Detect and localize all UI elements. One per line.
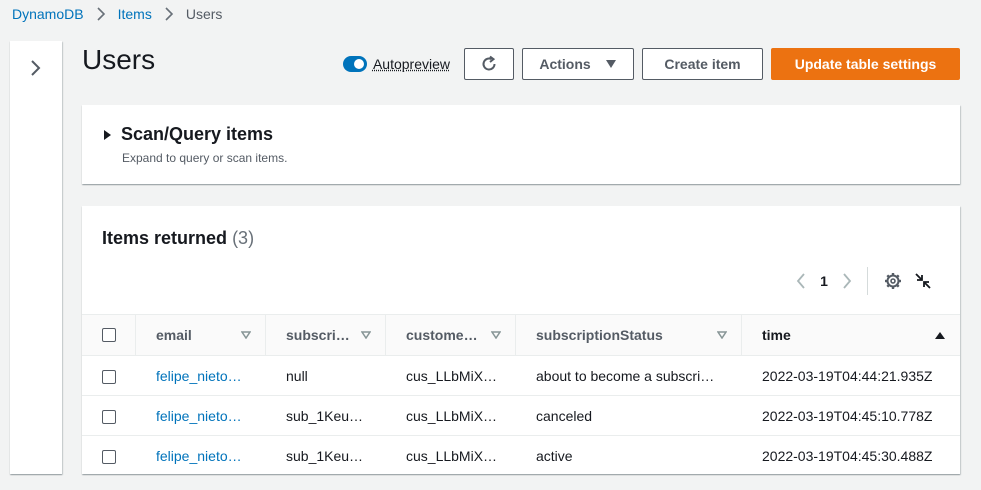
column-time[interactable]: time — [742, 315, 960, 356]
column-subscription[interactable]: subscri… — [266, 315, 386, 356]
sort-ascending-icon[interactable] — [934, 331, 946, 340]
column-customer[interactable]: custome… — [386, 315, 516, 356]
items-count: (3) — [232, 228, 255, 248]
chevron-right-icon — [96, 7, 106, 21]
autopreview-label: Autopreview — [372, 56, 450, 72]
items-table: email subscri… custome… subscriptionStat… — [82, 314, 960, 476]
column-label: subscri… — [286, 327, 350, 343]
create-item-button[interactable]: Create item — [642, 48, 763, 80]
email-link[interactable]: felipe_nieto… — [156, 408, 242, 424]
time-cell: 2022-03-19T04:45:30.488Z — [762, 447, 933, 464]
header-actions: Autopreview Actions Create item Update t… — [342, 48, 960, 80]
breadcrumb: DynamoDB Items Users — [12, 5, 222, 23]
prev-page-button[interactable] — [789, 269, 813, 293]
column-subscription-status[interactable]: subscriptionStatus — [516, 315, 742, 356]
column-label: subscriptionStatus — [536, 327, 663, 343]
chevron-right-icon — [843, 273, 852, 289]
gear-icon — [885, 273, 901, 289]
chevron-left-icon — [796, 273, 805, 289]
side-panel — [10, 41, 62, 474]
scan-query-title: Scan/Query items — [121, 124, 274, 144]
scan-query-panel: Scan/Query items Expand to query or scan… — [82, 105, 960, 184]
fullscreen-button[interactable] — [910, 268, 936, 294]
select-all-checkbox[interactable] — [102, 328, 116, 342]
items-title-text: Items returned — [102, 228, 228, 248]
expand-panel-button[interactable] — [24, 56, 48, 80]
scan-query-expander[interactable]: Scan/Query items — [104, 124, 273, 145]
email-link[interactable]: felipe_nieto… — [156, 368, 242, 384]
actions-label: Actions — [539, 56, 591, 72]
autopreview-toggle[interactable]: Autopreview — [342, 56, 450, 72]
next-page-button[interactable] — [835, 269, 859, 293]
breadcrumb-current: Users — [185, 6, 223, 22]
customer-cell: cus_LLbMiX… — [406, 367, 498, 384]
time-cell: 2022-03-19T04:45:10.778Z — [762, 407, 933, 424]
preferences-button[interactable] — [880, 268, 906, 294]
column-label: custome… — [406, 327, 478, 343]
update-table-settings-button[interactable]: Update table settings — [771, 48, 960, 80]
table-row[interactable]: felipe_nieto… sub_1Keu… cus_LLbMiX… canc… — [82, 396, 960, 436]
refresh-button[interactable] — [464, 48, 514, 80]
items-returned-title: Items returned (3) — [102, 228, 254, 249]
row-checkbox[interactable] — [102, 369, 116, 384]
items-returned-panel: Items returned (3) 1 email subscri… cust… — [82, 206, 960, 474]
breadcrumb-dynamodb[interactable]: DynamoDB — [12, 6, 84, 22]
chevron-right-icon — [31, 60, 41, 76]
status-cell: canceled — [536, 407, 593, 424]
row-checkbox[interactable] — [102, 449, 116, 464]
current-page[interactable]: 1 — [813, 273, 835, 289]
select-all-header — [82, 315, 136, 356]
row-checkbox[interactable] — [102, 409, 116, 424]
scan-query-description: Expand to query or scan items. — [122, 151, 288, 165]
table-header-row: email subscri… custome… subscriptionStat… — [82, 314, 960, 356]
refresh-icon — [482, 55, 496, 71]
subscription-cell: null — [286, 367, 308, 384]
status-cell: active — [536, 447, 573, 464]
customer-cell: cus_LLbMiX… — [406, 407, 498, 424]
subscription-cell: sub_1Keu… — [286, 407, 364, 424]
toggle-switch[interactable] — [342, 56, 367, 72]
column-email[interactable]: email — [136, 315, 266, 356]
page-title: Users — [82, 44, 156, 75]
status-cell: about to become a subscri… — [536, 367, 715, 384]
sort-icon[interactable] — [717, 331, 727, 339]
column-label: time — [762, 327, 791, 343]
time-cell: 2022-03-19T04:44:21.935Z — [762, 367, 933, 384]
pager-divider — [867, 267, 868, 295]
table-row[interactable]: felipe_nieto… null cus_LLbMiX… about to … — [82, 356, 960, 396]
customer-cell: cus_LLbMiX… — [406, 447, 498, 464]
shrink-icon — [915, 273, 931, 289]
breadcrumb-items[interactable]: Items — [118, 6, 152, 22]
email-link[interactable]: felipe_nieto… — [156, 448, 242, 464]
actions-button[interactable]: Actions — [522, 48, 634, 80]
caret-down-icon — [605, 60, 616, 68]
sort-icon[interactable] — [241, 331, 251, 339]
caret-right-icon — [104, 129, 111, 140]
sort-icon[interactable] — [491, 331, 501, 339]
chevron-right-icon — [164, 7, 174, 21]
column-label: email — [156, 327, 192, 343]
table-row[interactable]: felipe_nieto… sub_1Keu… cus_LLbMiX… acti… — [82, 436, 960, 476]
pagination: 1 — [789, 267, 936, 295]
subscription-cell: sub_1Keu… — [286, 447, 364, 464]
sort-icon[interactable] — [361, 331, 371, 339]
